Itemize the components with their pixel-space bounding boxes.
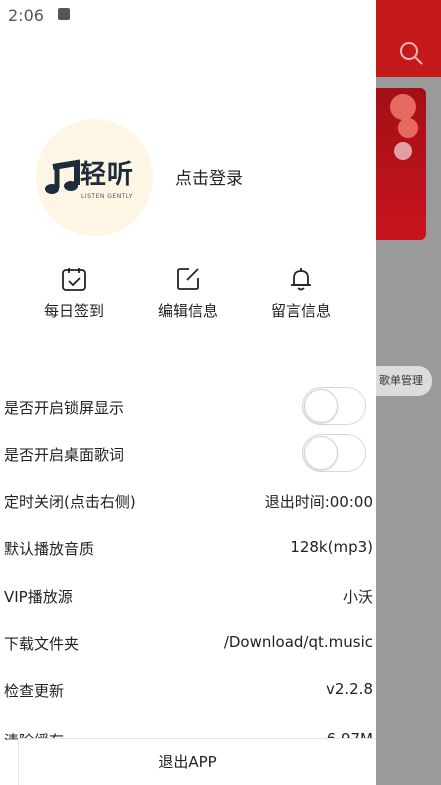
setting-value[interactable]: 退出时间:00:00 (265, 491, 373, 512)
exit-app-label: 退出APP (158, 753, 217, 771)
messages-button[interactable]: 留言信息 (256, 266, 346, 321)
setting-sleep-timer[interactable]: 定时关闭(点击右侧) 退出时间:00:00 (0, 481, 376, 521)
search-icon (398, 40, 424, 66)
background-banner (376, 88, 426, 240)
setting-lockscreen: 是否开启锁屏显示 (0, 387, 376, 427)
bell-icon (291, 268, 311, 291)
calendar-check-icon (62, 268, 86, 291)
setting-value[interactable]: 128k(mp3) (290, 538, 373, 556)
setting-label: 默认播放音质 (4, 540, 95, 558)
daily-checkin-button[interactable]: 每日签到 (29, 266, 119, 321)
setting-label: 检查更新 (4, 682, 65, 700)
lockscreen-toggle[interactable] (302, 387, 366, 425)
edit-icon (177, 268, 199, 290)
setting-value[interactable]: /Download/qt.music (224, 633, 373, 651)
setting-label: 是否开启锁屏显示 (4, 399, 125, 417)
exit-app-button[interactable]: 退出APP (18, 738, 376, 785)
action-label: 每日签到 (43, 302, 104, 320)
setting-label: VIP播放源 (4, 588, 73, 606)
setting-quality[interactable]: 默认播放音质 128k(mp3) (0, 528, 376, 568)
desktop-lyrics-toggle[interactable] (302, 434, 366, 472)
setting-download-folder[interactable]: 下载文件夹 /Download/qt.music (0, 623, 376, 663)
setting-check-update[interactable]: 检查更新 v2.2.8 (0, 670, 376, 710)
toggle-knob (304, 436, 338, 470)
avatar[interactable]: 轻听 LISTEN GENTLY (36, 119, 153, 236)
logo-text: 轻听 (80, 160, 135, 190)
playlist-manage-chip: 歌单管理 (376, 366, 432, 396)
setting-value[interactable]: 小沃 (343, 586, 373, 607)
setting-label: 是否开启桌面歌词 (4, 446, 125, 464)
edit-info-button[interactable]: 编辑信息 (143, 266, 233, 321)
setting-label: 下载文件夹 (4, 635, 80, 653)
setting-value[interactable]: v2.2.8 (326, 680, 373, 698)
login-link[interactable]: 点击登录 (175, 164, 243, 189)
action-label: 编辑信息 (157, 302, 218, 320)
notification-icon (58, 8, 70, 20)
music-note-icon (43, 159, 83, 199)
setting-desktop-lyrics: 是否开启桌面歌词 (0, 434, 376, 474)
side-drawer: 2:06 轻听 LISTEN GENTLY 点击登录 每日签到 编辑信息 留言信… (0, 0, 376, 785)
status-time: 2:06 (8, 6, 44, 25)
status-icons (378, 4, 438, 24)
setting-vip-source[interactable]: VIP播放源 小沃 (0, 576, 376, 616)
logo-subtext: LISTEN GENTLY (81, 193, 134, 200)
setting-label: 定时关闭(点击右侧) (4, 493, 136, 511)
action-label: 留言信息 (270, 302, 331, 320)
toggle-knob (304, 389, 338, 423)
